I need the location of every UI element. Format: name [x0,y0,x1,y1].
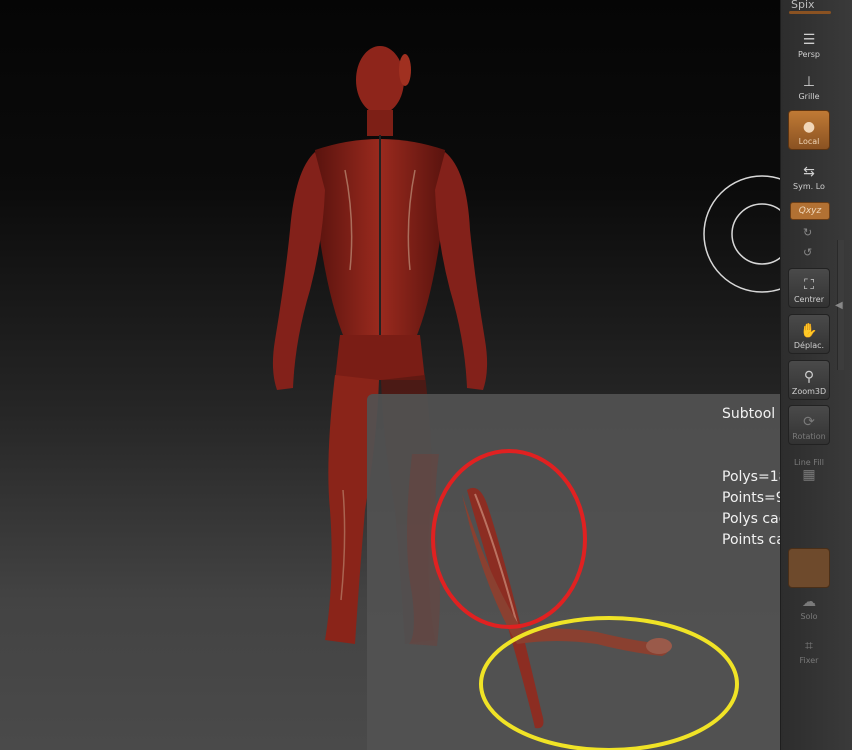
polyframe-icon: ▦ [802,467,816,483]
rotate-icon: ⟳ [803,414,815,430]
grille-label: Grille [798,92,820,101]
centrer-button[interactable]: ⛶ Centrer [788,268,830,308]
rotate-z-icon[interactable]: ↺ [803,246,812,259]
collapse-arrow-icon[interactable]: ◀ [835,300,843,311]
xyz-button[interactable]: Qxyz [790,202,830,220]
spix-slider[interactable] [789,11,831,14]
spix-label: Spix [791,0,815,11]
right-shelf: Spix ☰ Persp ⊥ Grille ● Local ⇆ Sym. Lo … [780,0,852,750]
transp-button[interactable] [788,548,830,588]
linefill-label: Line Fill [794,458,824,467]
zoom-icon: ⚲ [803,369,815,385]
persp-icon: ☰ [802,32,816,48]
centrer-label: Centrer [793,295,825,304]
rotation-button[interactable]: ⟳ Rotation [788,405,830,445]
local-button[interactable]: ● Local [788,110,830,150]
local-label: Local [798,137,820,146]
deplac-button[interactable]: ✋ Déplac. [788,314,830,354]
solo-button[interactable]: ☁ Solo [788,584,830,624]
local-icon: ● [802,119,816,135]
grille-button[interactable]: ⊥ Grille [788,64,830,104]
rotate-y-icon[interactable]: ↻ [803,226,812,239]
center-frame-icon: ⛶ [804,277,814,293]
fix-icon: ⌗ [805,638,813,654]
move-hand-icon: ✋ [800,323,818,339]
symmetry-icon: ⇆ [803,164,815,180]
fixer-button[interactable]: ⌗ Fixer [788,628,830,668]
solo-icon: ☁ [802,594,816,610]
linefill-button[interactable]: Line Fill ▦ [788,448,830,488]
rotation-label: Rotation [792,432,826,441]
zoom3d-button[interactable]: ⚲ Zoom3D [788,360,830,400]
solo-label: Solo [800,612,818,621]
sym-lo-label: Sym. Lo [793,182,825,191]
fixer-label: Fixer [799,656,819,665]
sym-lo-button[interactable]: ⇆ Sym. Lo [788,154,830,194]
persp-button[interactable]: ☰ Persp [788,22,830,62]
persp-label: Persp [798,50,820,59]
grid-floor-icon: ⊥ [802,74,816,90]
zoom3d-label: Zoom3D [791,387,827,396]
deplac-label: Déplac. [793,341,825,350]
